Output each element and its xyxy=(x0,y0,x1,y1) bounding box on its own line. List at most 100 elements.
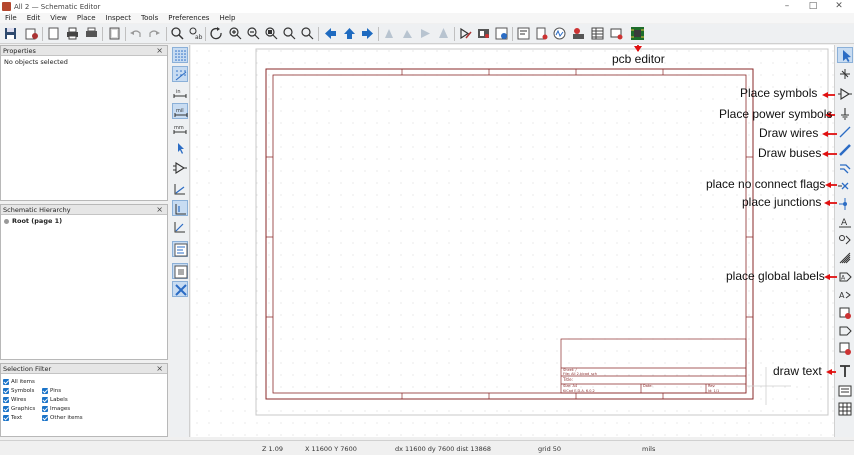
navigate-up-icon[interactable] xyxy=(342,26,357,41)
line-angle-free-icon[interactable] xyxy=(172,181,188,197)
mirror-v-icon[interactable] xyxy=(436,26,451,41)
save-icon[interactable] xyxy=(3,26,18,41)
filter-label: Symbols xyxy=(11,387,35,394)
navigate-forward-icon[interactable] xyxy=(360,26,375,41)
footprint-assign-icon[interactable] xyxy=(571,26,586,41)
overlay-grid-icon[interactable] xyxy=(172,66,188,82)
close-icon[interactable]: ✕ xyxy=(826,0,852,13)
properties-manager-icon[interactable] xyxy=(172,281,188,297)
filter-pins[interactable]: Pins xyxy=(42,386,83,395)
checkbox-icon xyxy=(3,414,9,421)
annotation-draw-text: draw text xyxy=(773,364,822,378)
hierarchy-root-item[interactable]: Root (page 1) xyxy=(1,215,167,227)
menu-inspect[interactable]: Inspect xyxy=(101,13,137,23)
highlight-net-icon[interactable] xyxy=(837,66,853,82)
line-angle-90-icon[interactable] xyxy=(172,200,188,216)
close-icon[interactable]: × xyxy=(156,205,163,214)
net-label-icon[interactable]: A xyxy=(837,214,853,230)
annotate-icon[interactable] xyxy=(494,26,509,41)
redo-icon[interactable] xyxy=(147,26,162,41)
main-toolbar: ab xyxy=(0,24,854,44)
mirror-h-icon[interactable] xyxy=(418,26,433,41)
zoom-fit-icon[interactable] xyxy=(264,26,279,41)
filter-labels[interactable]: Labels xyxy=(42,395,83,404)
filter-text[interactable]: Text xyxy=(3,413,35,422)
bom-icon[interactable] xyxy=(590,26,605,41)
menu-help[interactable]: Help xyxy=(214,13,240,23)
right-toolbar: A A A xyxy=(834,45,854,437)
minimize-icon[interactable]: – xyxy=(774,0,800,13)
hier-pin-icon[interactable]: A xyxy=(837,287,853,303)
selection-filter-panel: Selection Filter × All items Symbols Wir… xyxy=(0,363,168,437)
zoom-out-icon[interactable] xyxy=(246,26,261,41)
schematic-setup-icon[interactable] xyxy=(24,26,39,41)
grid-icon[interactable] xyxy=(172,47,188,63)
import-sheet-pin-icon[interactable] xyxy=(837,323,853,339)
rotate-ccw-icon[interactable] xyxy=(382,26,397,41)
close-icon[interactable]: × xyxy=(156,46,163,55)
junction-icon[interactable] xyxy=(837,196,853,212)
svg-text:ab: ab xyxy=(195,34,203,41)
no-connect-icon[interactable] xyxy=(837,178,853,194)
zoom-selection-icon[interactable] xyxy=(300,26,315,41)
close-icon[interactable]: × xyxy=(156,364,163,373)
menu-edit[interactable]: Edit xyxy=(22,13,46,23)
place-symbol-icon[interactable] xyxy=(837,86,853,102)
simulator-icon[interactable] xyxy=(552,26,567,41)
draw-bus-icon[interactable] xyxy=(837,142,853,158)
hierarchy-navigator-icon[interactable] xyxy=(172,263,188,279)
pcb-editor-icon[interactable] xyxy=(630,26,645,41)
filter-all-items[interactable]: All items xyxy=(3,377,35,386)
print-icon[interactable] xyxy=(65,26,80,41)
filter-wires[interactable]: Wires xyxy=(3,395,35,404)
mils-icon[interactable]: mil xyxy=(172,103,188,119)
field-editor-icon[interactable] xyxy=(534,26,549,41)
selection-filter-header: Selection Filter × xyxy=(1,364,167,374)
hierarchical-label-icon[interactable] xyxy=(837,250,853,266)
menu-view[interactable]: View xyxy=(45,13,72,23)
zoom-in-icon[interactable] xyxy=(228,26,243,41)
cursor-shape-icon[interactable] xyxy=(172,140,188,156)
select-icon[interactable] xyxy=(837,47,853,63)
menu-file[interactable]: File xyxy=(0,13,22,23)
filter-symbols[interactable]: Symbols xyxy=(3,386,35,395)
paste-icon[interactable] xyxy=(107,26,122,41)
line-angle-45-icon[interactable] xyxy=(172,219,188,235)
find-replace-icon[interactable]: ab xyxy=(188,26,203,41)
filter-graphics[interactable]: Graphics xyxy=(3,404,35,413)
plot-icon[interactable] xyxy=(84,26,99,41)
annotate-icon[interactable] xyxy=(172,241,188,257)
menu-preferences[interactable]: Preferences xyxy=(163,13,214,23)
erc-icon[interactable] xyxy=(516,26,531,41)
menu-place[interactable]: Place xyxy=(72,13,101,23)
draw-text-icon[interactable] xyxy=(837,363,853,379)
symbol-browser-icon[interactable] xyxy=(476,26,491,41)
menu-bar: File Edit View Place Inspect Tools Prefe… xyxy=(0,13,854,23)
text-box-icon[interactable] xyxy=(837,383,853,399)
symbol-editor-icon[interactable] xyxy=(458,26,473,41)
netlist-icon[interactable] xyxy=(609,26,624,41)
hierarchical-sheet-icon[interactable] xyxy=(837,305,853,321)
inches-icon[interactable]: in xyxy=(172,85,188,101)
undo-icon[interactable] xyxy=(128,26,143,41)
find-icon[interactable] xyxy=(170,26,185,41)
filter-images[interactable]: Images xyxy=(42,404,83,413)
import-sheet-icon[interactable] xyxy=(837,341,853,357)
filter-other-items[interactable]: Other items xyxy=(42,413,83,422)
page-settings-icon[interactable] xyxy=(46,26,61,41)
zoom-objects-icon[interactable] xyxy=(282,26,297,41)
schematic-canvas[interactable]: Sheet: / File: All 2.kicad_sch Title: Si… xyxy=(191,45,834,437)
hidden-pins-icon[interactable] xyxy=(172,160,188,176)
table-icon[interactable] xyxy=(837,401,853,417)
refresh-icon[interactable] xyxy=(209,26,224,41)
place-power-icon[interactable] xyxy=(837,106,853,122)
rotate-cw-icon[interactable] xyxy=(400,26,415,41)
navigate-back-icon[interactable] xyxy=(323,26,338,41)
bus-entry-icon[interactable] xyxy=(837,160,853,176)
menu-tools[interactable]: Tools xyxy=(136,13,163,23)
maximize-icon[interactable]: □ xyxy=(800,0,826,13)
net-class-directive-icon[interactable] xyxy=(837,232,853,248)
draw-wire-icon[interactable] xyxy=(837,124,853,140)
global-label-icon[interactable]: A xyxy=(837,269,853,285)
millimeters-icon[interactable]: mm xyxy=(172,121,188,137)
